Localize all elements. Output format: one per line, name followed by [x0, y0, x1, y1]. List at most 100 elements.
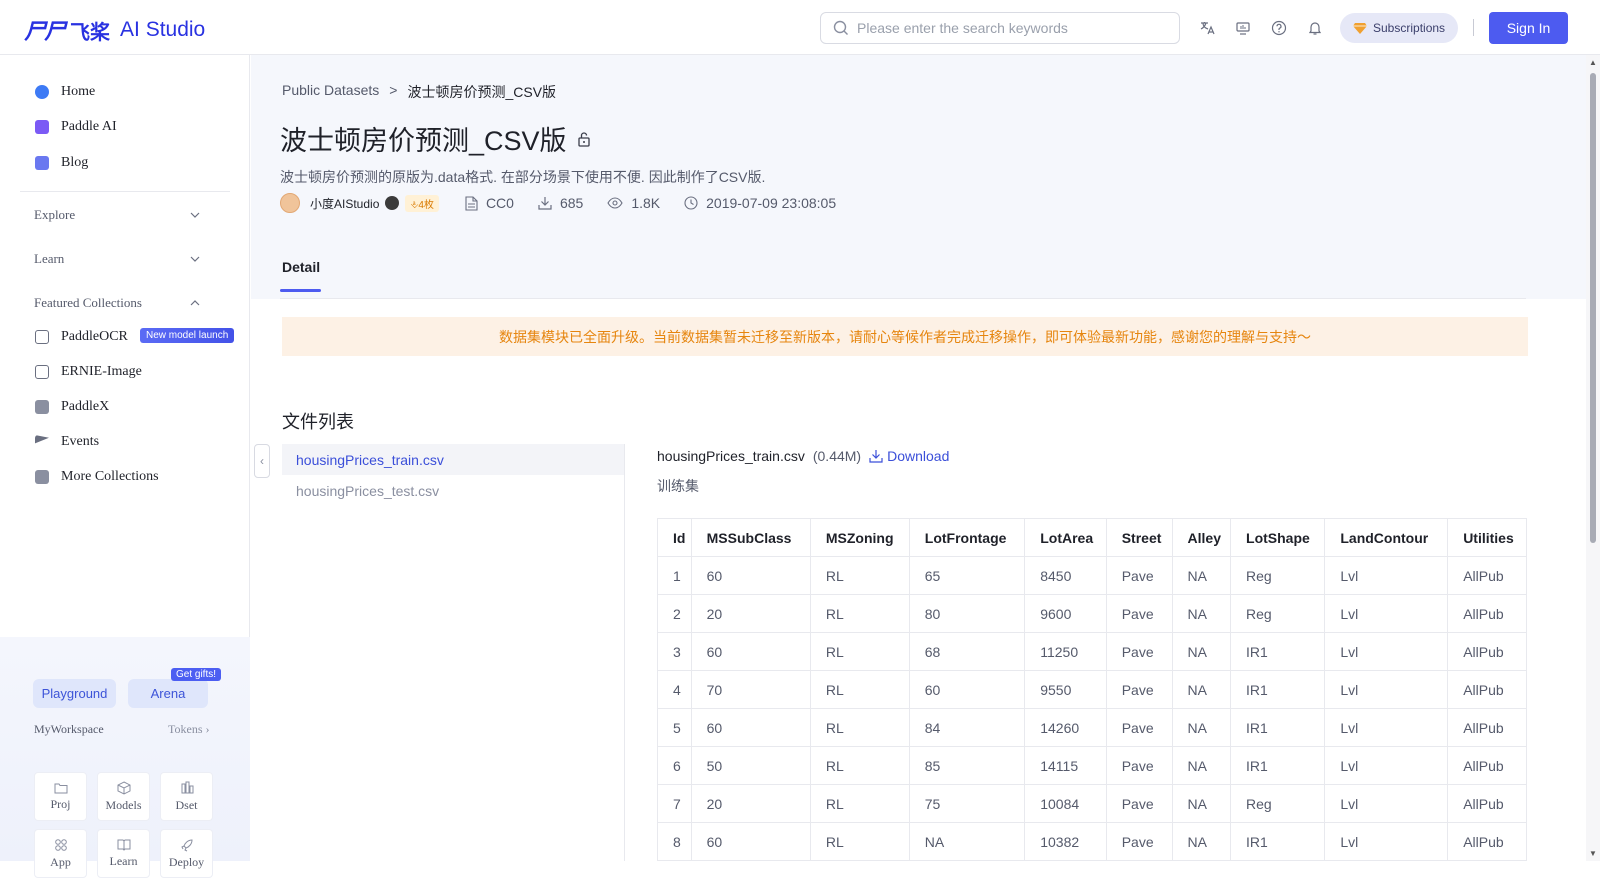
- table-cell: 8: [657, 822, 692, 861]
- dataset-description: 波士顿房价预测的原版为.data格式. 在部分场景下使用不便. 因此制作了CSV…: [280, 169, 766, 185]
- page-title-text: 波士顿房价预测_CSV版: [280, 126, 567, 156]
- subscriptions-button[interactable]: Subscriptions: [1340, 13, 1459, 43]
- sign-in-button[interactable]: Sign In: [1489, 12, 1568, 44]
- table-cell: Pave: [1105, 594, 1173, 633]
- sidebar-item-home[interactable]: Home: [35, 84, 95, 100]
- tabs: Detail: [280, 255, 1526, 299]
- blog-icon: [35, 156, 49, 170]
- sidebar-item-blog[interactable]: Blog: [35, 155, 88, 171]
- table-cell: 4: [657, 670, 692, 709]
- cube-icon: [117, 780, 130, 795]
- table-cell: Lvl: [1324, 822, 1449, 861]
- search-box[interactable]: [820, 12, 1180, 44]
- table-cell: NA: [1171, 746, 1232, 785]
- sidebar-item-more-collections[interactable]: More Collections: [35, 469, 159, 485]
- dataset-icon: [181, 781, 193, 793]
- table-cell: NA: [1171, 632, 1232, 671]
- table-header-row: Id MSSubClass MSZoning LotFrontage LotArea St…: [657, 518, 1527, 557]
- author-name[interactable]: 小度AIStudio: [310, 195, 379, 212]
- help-icon[interactable]: [1268, 17, 1290, 39]
- table-cell: Lvl: [1324, 746, 1449, 785]
- table-cell: 9550: [1024, 670, 1107, 709]
- data-table: Id MSSubClass MSZoning LotFrontage LotArea St…: [657, 518, 1527, 861]
- table-cell: AllPub: [1447, 632, 1527, 671]
- scroll-thumb[interactable]: [1590, 73, 1596, 543]
- table-cell: 5: [657, 708, 692, 747]
- table-cell: RL: [809, 746, 910, 785]
- date: 2019-07-09 23:08:05: [684, 195, 836, 211]
- document-icon: [465, 195, 478, 211]
- file-item-test[interactable]: housingPrices_test.csv: [282, 475, 624, 506]
- translate-icon[interactable]: [1196, 17, 1218, 39]
- views: 1.8K: [607, 195, 660, 211]
- table-cell: Reg: [1230, 556, 1326, 595]
- monitor-icon[interactable]: [1232, 17, 1254, 39]
- tile-deploy[interactable]: Deploy: [160, 829, 213, 878]
- page-scrollbar[interactable]: ▲ ▼: [1586, 55, 1600, 861]
- logo[interactable]: ⼫⼫ 飞桨 AI Studio: [24, 14, 205, 46]
- tile-models[interactable]: Models: [97, 772, 150, 821]
- table-cell: 8450: [1024, 556, 1107, 595]
- table-cell: 50: [690, 746, 811, 785]
- table-cell: 85: [908, 746, 1026, 785]
- section-featured-collections[interactable]: Featured Collections: [34, 295, 200, 311]
- bell-icon[interactable]: [1304, 17, 1326, 39]
- tokens-link[interactable]: Tokens ›: [168, 722, 210, 737]
- playground-button[interactable]: Playground: [33, 679, 116, 708]
- table-cell: AllPub: [1447, 594, 1527, 633]
- unlock-icon: [577, 131, 590, 147]
- files-title: 文件列表: [282, 412, 354, 432]
- tile-proj[interactable]: Proj: [34, 772, 87, 821]
- download-link[interactable]: Download: [869, 448, 949, 464]
- breadcrumb-root[interactable]: Public Datasets: [282, 82, 379, 102]
- image-icon: [35, 365, 49, 379]
- file-item-train[interactable]: housingPrices_train.csv: [282, 444, 624, 475]
- tile-dset[interactable]: Dset: [160, 772, 213, 821]
- chevron-up-icon: [190, 300, 200, 306]
- scroll-down-arrow[interactable]: ▼: [1589, 849, 1597, 858]
- tile-learn[interactable]: Learn: [97, 829, 150, 878]
- section-learn[interactable]: Learn: [34, 251, 200, 267]
- table-cell: Pave: [1105, 822, 1173, 861]
- sidebar-item-paddleocr[interactable]: PaddleOCR: [35, 329, 128, 345]
- diamond-icon: [1353, 23, 1367, 34]
- section-label: Learn: [34, 251, 65, 266]
- section-explore[interactable]: Explore: [34, 207, 200, 223]
- table-cell: 10382: [1024, 822, 1107, 861]
- sidebar-item-paddle-ai[interactable]: Paddle AI: [35, 119, 117, 135]
- avatar[interactable]: [280, 193, 300, 213]
- table-cell: AllPub: [1447, 556, 1527, 595]
- tab-underline: [280, 289, 321, 292]
- table-cell: 70: [690, 670, 811, 709]
- table-cell: NA: [1171, 784, 1232, 823]
- table-cell: NA: [1171, 556, 1232, 595]
- collection-icon: [35, 470, 49, 484]
- table-cell: NA: [1171, 708, 1232, 747]
- file-preview: housingPrices_train.csv (0.44M) Download…: [657, 448, 1527, 861]
- search-input[interactable]: [857, 20, 1157, 36]
- breadcrumb-separator: >: [389, 82, 398, 98]
- table-cell: 6: [657, 746, 692, 785]
- sidebar-divider: [20, 191, 230, 192]
- arena-button[interactable]: Arena: [128, 679, 208, 708]
- book-icon: [117, 839, 130, 851]
- table-cell: 3: [657, 632, 692, 671]
- home-icon: [35, 85, 49, 99]
- tile-app[interactable]: App: [34, 829, 87, 878]
- table-cell: 9600: [1024, 594, 1107, 633]
- scroll-up-arrow[interactable]: ▲: [1589, 58, 1597, 67]
- table-cell: Lvl: [1324, 708, 1449, 747]
- table-cell: 20: [690, 784, 811, 823]
- top-icons: [1196, 17, 1326, 39]
- sidebar-item-label: More Collections: [61, 469, 159, 484]
- tab-detail[interactable]: Detail: [282, 259, 320, 275]
- sidebar-item-paddlex[interactable]: PaddleX: [35, 399, 109, 415]
- sidebar-item-events[interactable]: Events: [35, 434, 99, 450]
- download-icon: [869, 450, 883, 463]
- table-cell: RL: [809, 556, 910, 595]
- sidebar-item-ernie-image[interactable]: ERNIE-Image: [35, 364, 142, 380]
- table-cell: Pave: [1105, 708, 1173, 747]
- sidebar-item-label: PaddleOCR: [61, 329, 128, 344]
- sidebar-item-label: ERNIE-Image: [61, 364, 142, 379]
- tile-label: Dset: [175, 797, 198, 812]
